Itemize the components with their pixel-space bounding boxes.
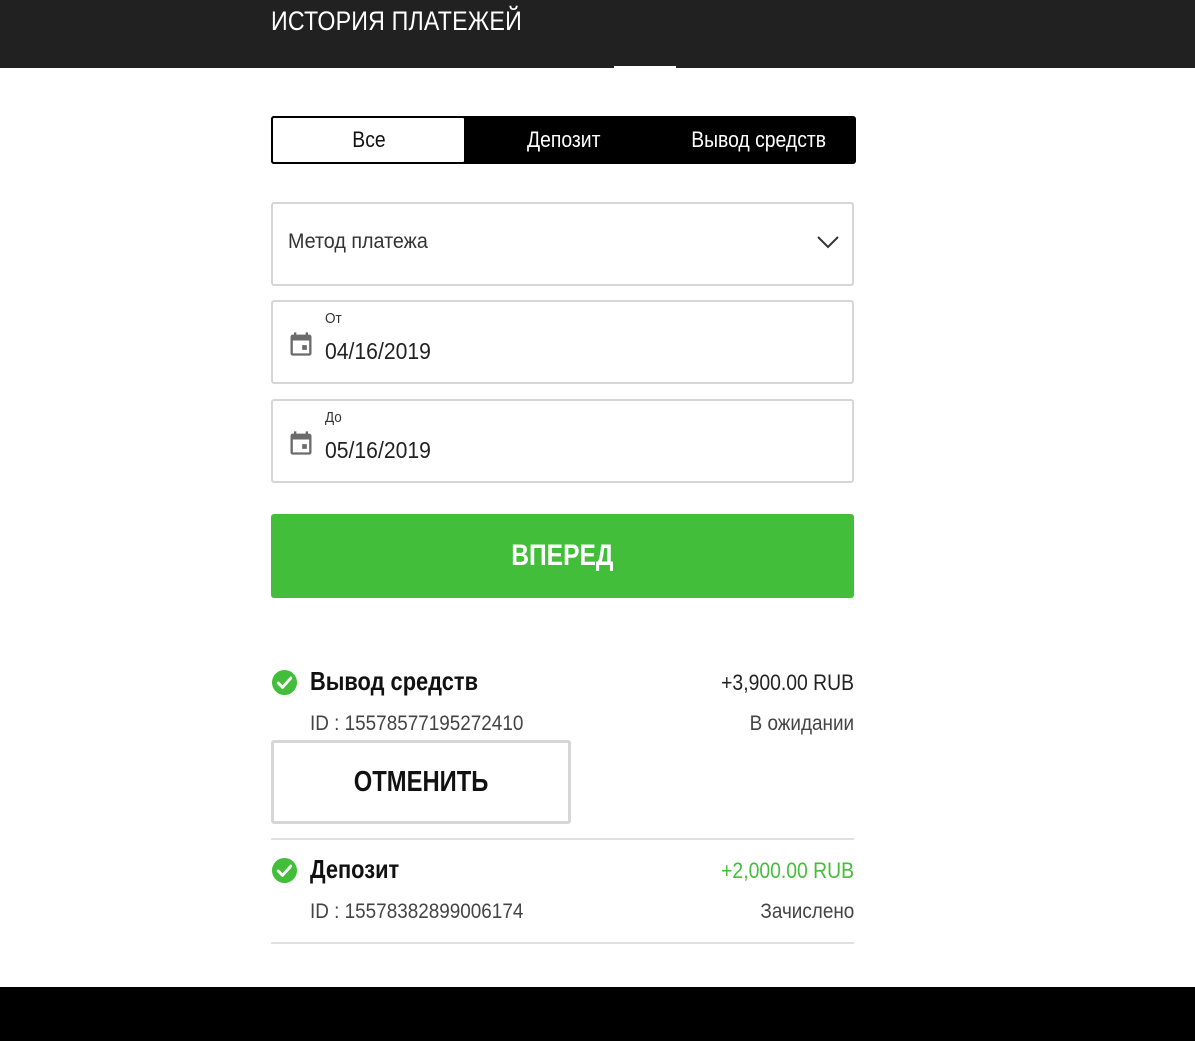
payment-type-tabs: Все Депозит Вывод средств (271, 116, 856, 164)
tab-all[interactable]: Все (271, 116, 466, 164)
date-to-value: 05/16/2019 (325, 437, 431, 463)
tab-withdrawal[interactable]: Вывод средств (661, 116, 856, 164)
date-from-value: 04/16/2019 (325, 338, 431, 364)
payment-method-value: Метод платежа (288, 230, 428, 253)
tab-deposit[interactable]: Депозит (466, 116, 661, 164)
transaction-row: Депозит +2,000.00 RUB ID : 1557838289900… (271, 848, 854, 944)
page-footer (0, 987, 1195, 1041)
transaction-type: Вывод средств (310, 666, 479, 696)
transaction-id: ID : 15578382899006174 (310, 900, 524, 923)
cancel-button[interactable]: ОТМЕНИТЬ (271, 740, 571, 824)
header-divider (614, 66, 676, 69)
transaction-row: Вывод средств +3,900.00 RUB ID : 1557857… (271, 660, 854, 840)
tab-withdrawal-label: Вывод средств (691, 127, 826, 152)
transaction-type: Депозит (310, 854, 400, 884)
calendar-icon (290, 332, 312, 356)
payment-method-select[interactable]: Метод платежа (271, 202, 854, 286)
transaction-amount: +3,900.00 RUB (721, 670, 854, 695)
page-title: ИСТОРИЯ ПЛАТЕЖЕЙ (271, 6, 522, 36)
page-header: ИСТОРИЯ ПЛАТЕЖЕЙ (0, 0, 1195, 69)
transaction-status: Зачислено (760, 900, 854, 923)
calendar-icon (290, 431, 312, 455)
date-from-field[interactable]: От 04/16/2019 (271, 300, 854, 384)
tab-deposit-label: Депозит (526, 127, 601, 152)
submit-button-label: ВПЕРЕД (511, 539, 614, 572)
date-to-field[interactable]: До 05/16/2019 (271, 399, 854, 483)
check-circle-icon (271, 669, 298, 696)
tab-all-label: Все (351, 127, 386, 152)
submit-button[interactable]: ВПЕРЕД (271, 514, 854, 598)
cancel-button-label: ОТМЕНИТЬ (353, 765, 489, 798)
check-circle-icon (271, 857, 298, 884)
date-from-label: От (325, 310, 342, 327)
chevron-down-icon (817, 236, 839, 249)
date-to-label: До (325, 409, 342, 426)
transaction-id: ID : 15578577195272410 (310, 712, 524, 735)
transaction-status: В ожидании (749, 712, 854, 735)
transaction-amount: +2,000.00 RUB (721, 858, 854, 883)
